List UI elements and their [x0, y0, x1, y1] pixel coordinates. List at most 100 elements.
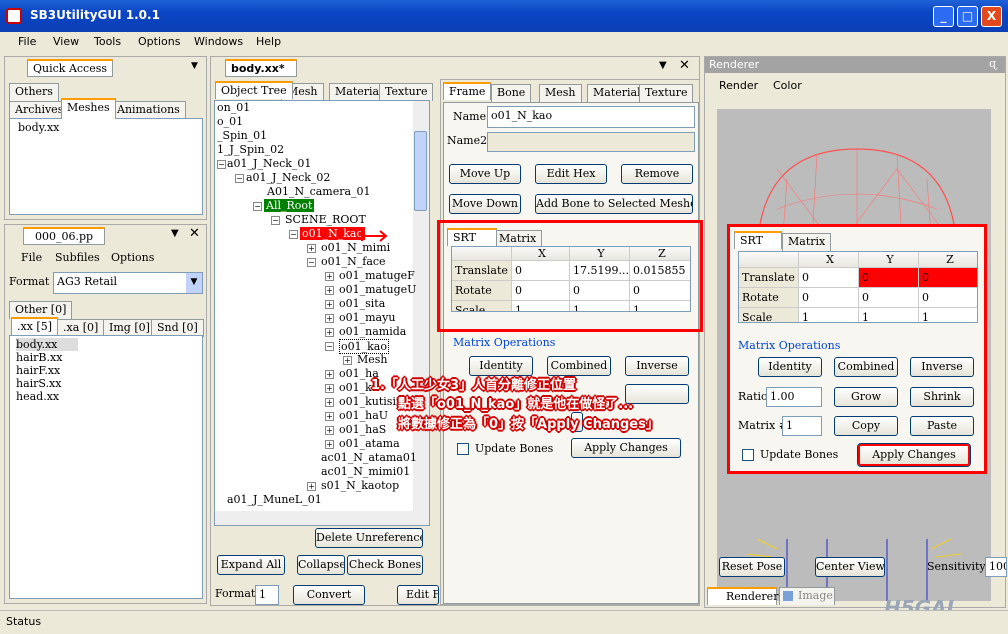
- name2-field[interactable]: [487, 132, 695, 152]
- scale-z[interactable]: 1: [919, 308, 977, 322]
- expand-icon[interactable]: +: [325, 370, 334, 379]
- tab-renderer[interactable]: Renderer: [707, 587, 778, 605]
- tree-node[interactable]: o01_sita: [339, 297, 385, 310]
- tab-zoom-matrix[interactable]: Matrix: [782, 233, 832, 251]
- list-item[interactable]: hairF.xx: [16, 364, 60, 377]
- pp-menu-options[interactable]: Options: [111, 251, 154, 264]
- collapse-icon[interactable]: −: [289, 230, 298, 239]
- scale-y[interactable]: 1: [570, 301, 630, 311]
- list-item[interactable]: body.xx: [18, 121, 59, 134]
- zoom-combined-button[interactable]: Combined: [834, 357, 898, 377]
- tree-node[interactable]: o01_kutisin: [339, 395, 403, 408]
- expand-icon[interactable]: +: [325, 440, 334, 449]
- translate-y[interactable]: 17.5199...: [570, 261, 630, 281]
- tree-node[interactable]: ac01_N_mimi01: [321, 465, 410, 478]
- translate-z[interactable]: 0: [919, 268, 977, 288]
- expand-icon[interactable]: +: [325, 272, 334, 281]
- zoom-srt-grid[interactable]: X Y Z Translate 0 0 0 Rotate 0 0 0 Scale…: [738, 251, 978, 323]
- expand-icon[interactable]: +: [307, 244, 316, 253]
- expand-all-button[interactable]: Expand All: [217, 555, 285, 575]
- tab-quick-access[interactable]: Quick Access: [27, 59, 113, 77]
- shrink-button[interactable]: Shrink: [910, 387, 974, 407]
- copy-button[interactable]: Copy: [834, 416, 898, 436]
- expand-icon[interactable]: +: [325, 426, 334, 435]
- name-field[interactable]: o01_N_kao: [487, 106, 695, 128]
- tree-node[interactable]: _Spin_01: [217, 129, 267, 142]
- tree-node[interactable]: o01_matugeU: [339, 283, 416, 296]
- add-bone-button[interactable]: Add Bone to Selected Meshes: [535, 194, 693, 214]
- tab-frame[interactable]: Frame: [443, 82, 492, 100]
- tab-frame-texture[interactable]: Texture: [639, 84, 694, 102]
- srt-grid[interactable]: X Y Z Translate 0 17.5199... 0.015855 Ro…: [451, 246, 691, 312]
- tree-node[interactable]: o01_atama: [339, 437, 400, 450]
- tab-frame-mesh[interactable]: Mesh: [539, 84, 582, 102]
- tree-node[interactable]: s01_N_kaotop: [321, 479, 399, 492]
- scale-x[interactable]: 1: [799, 308, 859, 322]
- menu-windows[interactable]: Windows: [194, 35, 243, 48]
- renderer-menu-color[interactable]: Color: [773, 79, 802, 92]
- matrix-number-field[interactable]: 1: [782, 416, 822, 436]
- tree-node[interactable]: o01_namida: [339, 325, 406, 338]
- tab-frame-material[interactable]: Material: [587, 84, 647, 102]
- remove-button[interactable]: Remove: [621, 164, 693, 184]
- move-up-button[interactable]: Move Up: [449, 164, 521, 184]
- reset-pose-button[interactable]: Reset Pose: [719, 557, 785, 577]
- expand-icon[interactable]: +: [325, 300, 334, 309]
- ratio-field[interactable]: 1.00: [766, 387, 822, 407]
- menu-tools[interactable]: Tools: [94, 35, 121, 48]
- combined-button[interactable]: Combined: [547, 356, 611, 376]
- pp-menu-subfiles[interactable]: Subfiles: [55, 251, 100, 264]
- collapse-icon[interactable]: −: [217, 160, 226, 169]
- tree-node[interactable]: a01_J_MuneL_01: [227, 493, 322, 506]
- scale-y[interactable]: 1: [859, 308, 919, 322]
- menu-options[interactable]: Options: [138, 35, 180, 48]
- tree-node[interactable]: SCENE_ROOT: [285, 213, 366, 226]
- tab-animations[interactable]: Animations: [111, 101, 186, 119]
- tab-xx[interactable]: .xx [5]: [11, 317, 58, 335]
- rotate-y[interactable]: 0: [859, 288, 919, 308]
- tab-others[interactable]: Others: [9, 83, 59, 101]
- rotate-z[interactable]: 0: [919, 288, 977, 308]
- zoom-identity-button[interactable]: Identity: [758, 357, 822, 377]
- tree-node[interactable]: 1_J_Spin_02: [217, 143, 284, 156]
- collapse-icon[interactable]: −: [307, 258, 316, 267]
- maximize-button[interactable]: □: [957, 6, 978, 27]
- rotate-y[interactable]: 0: [570, 281, 630, 301]
- list-item[interactable]: head.xx: [16, 390, 59, 403]
- grow-button[interactable]: Grow: [834, 387, 898, 407]
- chevron-down-icon[interactable]: ▼: [186, 273, 202, 293]
- tree-node[interactable]: a01_J_Neck_01: [227, 157, 311, 170]
- tree-node[interactable]: o01_haU: [339, 409, 388, 422]
- tree-node[interactable]: ac01_N_atama01: [321, 451, 417, 464]
- list-item[interactable]: hairB.xx: [16, 351, 62, 364]
- tree-node[interactable]: Mesh: [357, 353, 388, 366]
- dropdown-arrow-icon[interactable]: ▼: [171, 228, 179, 239]
- grow-button[interactable]: [625, 384, 689, 404]
- close-button[interactable]: X: [981, 6, 1002, 27]
- check-bones-button[interactable]: Check Bones: [347, 555, 423, 575]
- translate-x[interactable]: 0: [512, 261, 570, 281]
- collapse-icon[interactable]: −: [235, 174, 244, 183]
- menu-file[interactable]: File: [18, 35, 36, 48]
- edit-hex-button[interactable]: Edit Hex: [535, 164, 607, 184]
- tab-document[interactable]: body.xx*: [225, 59, 297, 77]
- list-item[interactable]: hairS.xx: [16, 377, 61, 390]
- dropdown-arrow-icon[interactable]: ▼: [191, 61, 198, 71]
- tab-bone[interactable]: Bone: [491, 84, 532, 102]
- list-item[interactable]: body.xx: [16, 338, 78, 351]
- expand-icon[interactable]: +: [325, 398, 334, 407]
- translate-x[interactable]: 0: [799, 268, 859, 288]
- close-icon[interactable]: ✕: [189, 226, 200, 241]
- sensitivity-field[interactable]: 100: [985, 557, 1007, 577]
- move-down-button[interactable]: Move Down: [449, 194, 521, 214]
- expand-icon[interactable]: +: [307, 482, 316, 491]
- menu-help[interactable]: Help: [256, 35, 281, 48]
- expand-icon[interactable]: +: [325, 328, 334, 337]
- rotate-x[interactable]: 0: [512, 281, 570, 301]
- collapse-icon[interactable]: −: [253, 202, 262, 211]
- collapse-button[interactable]: Collapse: [297, 555, 345, 575]
- identity-button[interactable]: Identity: [469, 356, 533, 376]
- tree-node[interactable]: o01_N_face: [321, 255, 386, 268]
- pp-menu-file[interactable]: File: [21, 251, 42, 264]
- rotate-z[interactable]: 0: [630, 281, 690, 301]
